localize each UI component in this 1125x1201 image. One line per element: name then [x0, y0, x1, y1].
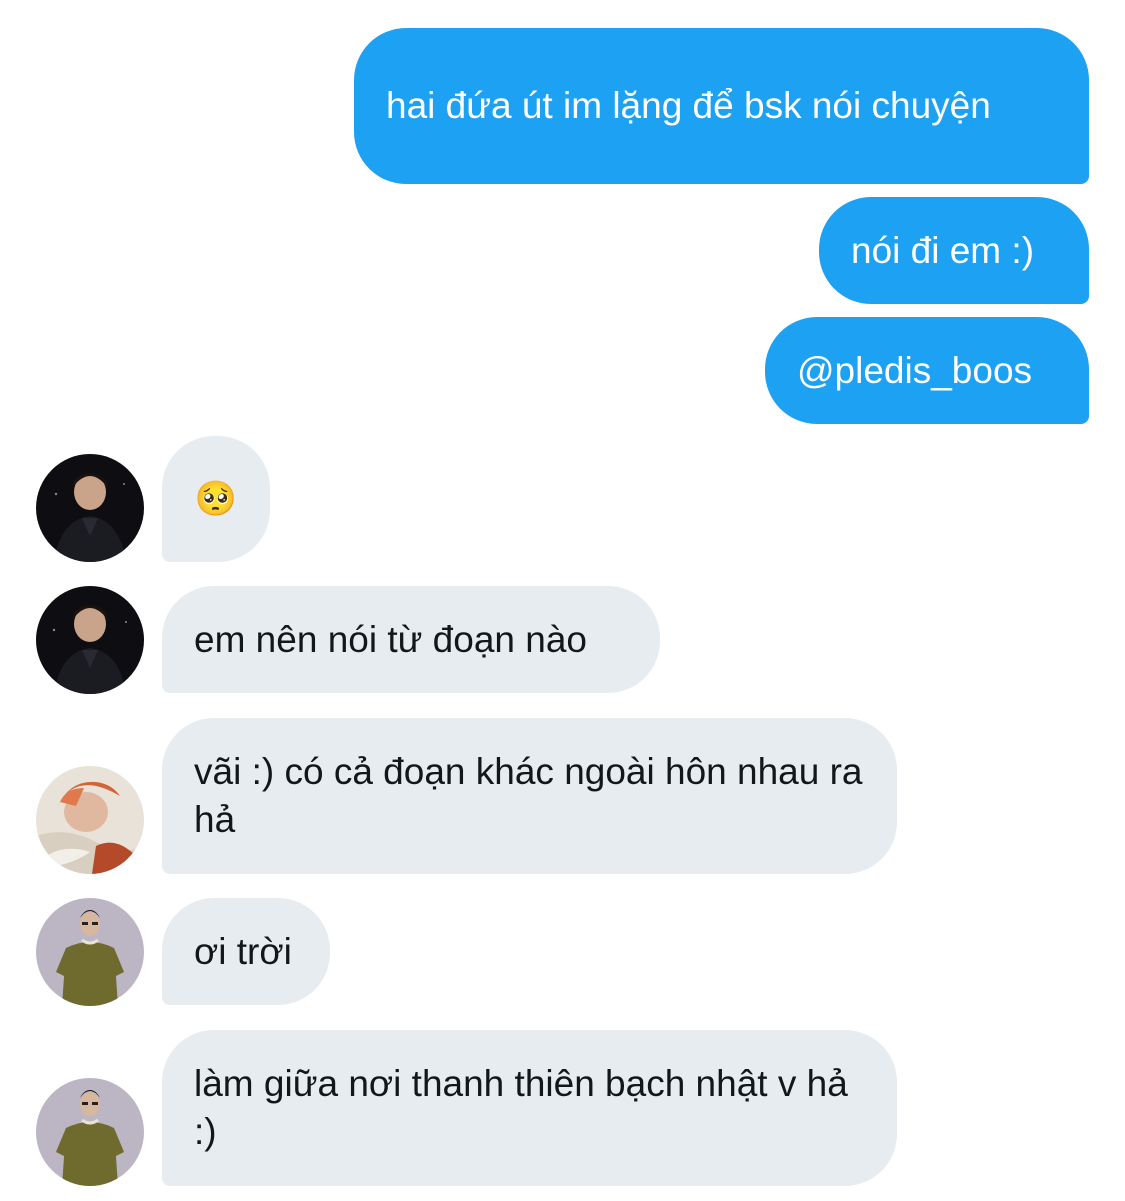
message-text: ơi trời	[194, 930, 292, 972]
message-text: @pledis_boos	[797, 349, 1033, 391]
sent-message[interactable]: nói đi em :)	[819, 197, 1089, 304]
message-text: hai đứa út im lặng để bsk nói chuyện	[386, 85, 991, 126]
sent-message[interactable]: @pledis_boos	[765, 317, 1089, 424]
avatar[interactable]	[36, 898, 144, 1006]
message-text: vãi :) có cả đoạn khác ngoài hôn nhau ra…	[194, 751, 863, 840]
received-message[interactable]: làm giữa nơi thanh thiên bạch nhật v hả …	[162, 1030, 897, 1186]
avatar[interactable]	[36, 586, 144, 694]
received-message[interactable]: 🥺	[162, 436, 270, 562]
received-message[interactable]: em nên nói từ đoạn nào	[162, 586, 660, 693]
avatar[interactable]	[36, 766, 144, 874]
avatar[interactable]	[36, 454, 144, 562]
message-text: em nên nói từ đoạn nào	[194, 618, 587, 660]
emoji-pleading-face: 🥺	[194, 480, 238, 518]
received-message[interactable]: ơi trời	[162, 898, 330, 1005]
avatar[interactable]	[36, 1078, 144, 1186]
sent-message[interactable]: hai đứa út im lặng để bsk nói chuyện	[354, 28, 1089, 184]
message-text: làm giữa nơi thanh thiên bạch nhật v hả …	[194, 1063, 848, 1152]
message-text: nói đi em :)	[851, 229, 1035, 271]
received-message[interactable]: vãi :) có cả đoạn khác ngoài hôn nhau ra…	[162, 718, 897, 874]
